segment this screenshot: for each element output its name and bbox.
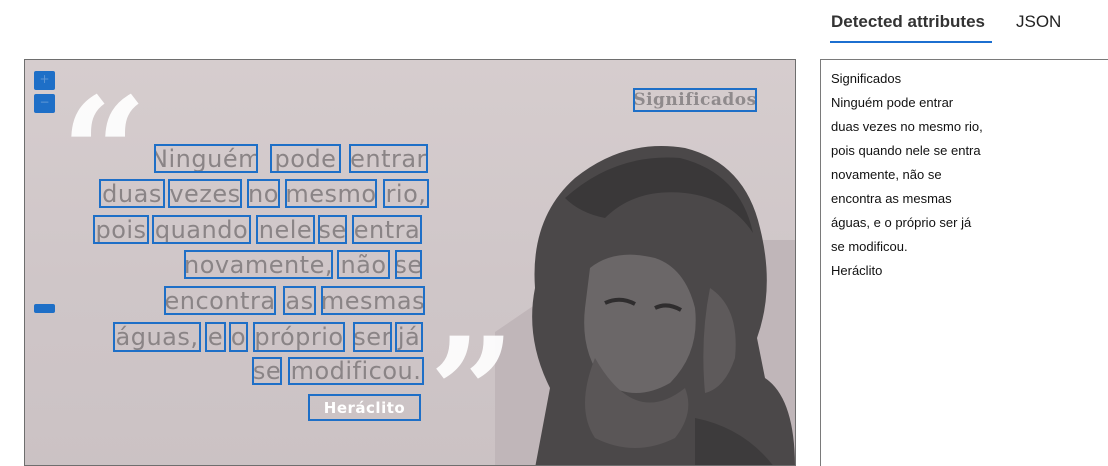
plus-icon: + (39, 72, 50, 86)
ocr-word-box[interactable]: nele (256, 215, 315, 244)
zoom-out-button[interactable]: − (34, 94, 55, 113)
ocr-word-box[interactable]: mesmo (285, 179, 377, 208)
ocr-word-box[interactable]: ser (353, 322, 392, 352)
ocr-word-box[interactable]: e (205, 322, 226, 352)
ocr-word-box[interactable]: Ninguém (154, 144, 258, 173)
zoom-slider-handle[interactable] (34, 304, 55, 313)
ocr-word-box[interactable]: mesmas (321, 286, 425, 315)
attribute-line: Heráclito (831, 263, 883, 278)
ocr-word-box[interactable]: se (252, 357, 282, 385)
ocr-word-box[interactable]: duas (99, 179, 165, 208)
ocr-word-box[interactable]: se (318, 215, 347, 244)
attribute-line: Ninguém pode entrar (831, 95, 954, 110)
ocr-word-box[interactable]: águas, (113, 322, 201, 352)
attribute-line: duas vezes no mesmo rio, (831, 119, 983, 134)
ocr-word-box[interactable]: modificou. (288, 357, 424, 385)
ocr-word-box[interactable]: já (395, 322, 423, 352)
ocr-word-box[interactable]: no (247, 179, 280, 208)
detected-attributes-panel: Significados Ninguém pode entrar duas ve… (820, 59, 1108, 466)
active-tab-indicator (830, 41, 992, 43)
tab-detected-attributes[interactable]: Detected attributes (831, 12, 985, 32)
image-viewer[interactable]: “ ” Significados Ninguém pode entrar dua… (24, 59, 796, 466)
ocr-word-box[interactable]: pois (93, 215, 149, 244)
attribute-line: pois quando nele se entra (831, 143, 981, 158)
attribute-line: Significados (831, 71, 902, 86)
minus-icon: − (39, 95, 50, 109)
ocr-word-box[interactable]: encontra (164, 286, 276, 315)
ocr-word-box[interactable]: pode (270, 144, 341, 173)
ocr-word-box[interactable]: Significados (633, 88, 757, 112)
close-quote-mark: ” (429, 305, 516, 466)
ocr-word-box[interactable]: entrar (349, 144, 428, 173)
ocr-word-box[interactable]: quando (152, 215, 251, 244)
ocr-word-box[interactable]: vezes (168, 179, 242, 208)
ocr-word-box[interactable]: as (283, 286, 316, 315)
ocr-word-box[interactable]: rio, (383, 179, 429, 208)
ocr-word-box[interactable]: próprio (253, 322, 345, 352)
tab-json[interactable]: JSON (1016, 12, 1061, 32)
ocr-word-box[interactable]: se (395, 250, 422, 279)
ocr-word-box[interactable]: novamente, (184, 250, 333, 279)
tab-bar: Detected attributes JSON (820, 0, 1108, 46)
ocr-word-box[interactable]: não (337, 250, 390, 279)
attribute-line: águas, e o próprio ser já (831, 215, 972, 230)
heraclitus-bust-image (532, 146, 795, 465)
ocr-word-box[interactable]: Heráclito (308, 394, 421, 421)
attribute-line: encontra as mesmas (831, 191, 952, 206)
zoom-in-button[interactable]: + (34, 71, 55, 90)
attribute-line: novamente, não se (831, 167, 942, 182)
ocr-word-box[interactable]: o (229, 322, 248, 352)
attribute-line: se modificou. (831, 239, 908, 254)
ocr-word-box[interactable]: entra (352, 215, 422, 244)
